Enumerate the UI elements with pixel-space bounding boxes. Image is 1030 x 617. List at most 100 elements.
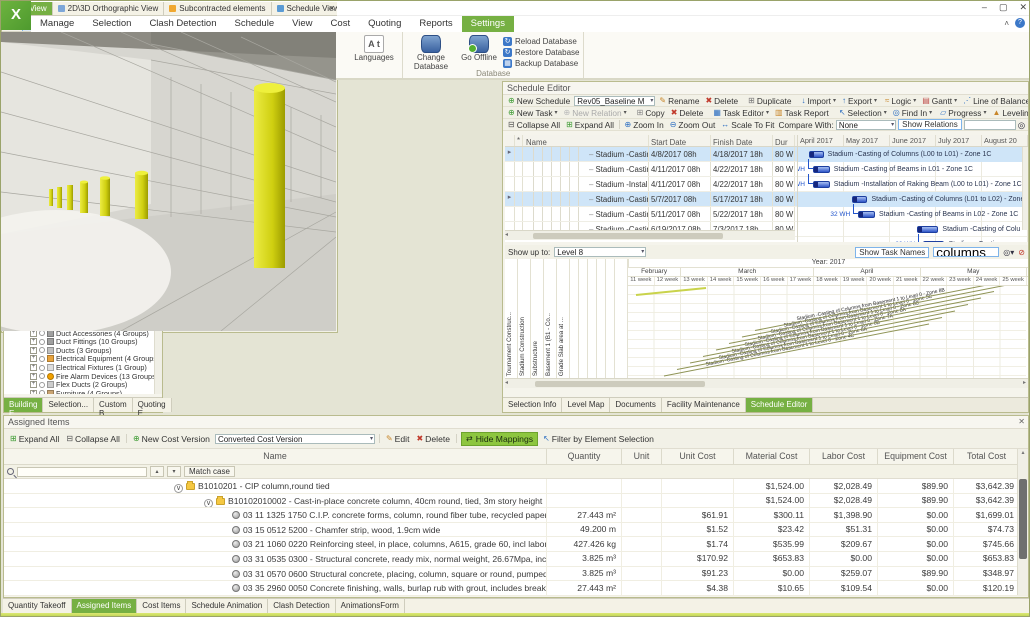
ribbon-button-restore-database[interactable]: ↻Restore Database (503, 48, 579, 57)
grid-column-header[interactable]: * (515, 135, 523, 146)
gantt-bar[interactable] (809, 151, 824, 158)
grid-column-header[interactable]: Name (523, 135, 649, 146)
gantt-bar[interactable] (813, 166, 830, 173)
find-icon[interactable]: ◎▾ (1003, 248, 1014, 257)
show-task-names-button[interactable]: Show Task Names (855, 247, 929, 258)
gantt-bar[interactable] (923, 241, 944, 242)
table-row[interactable]: 03 31 0535 0300 - Structural concrete, r… (4, 552, 1028, 567)
grid-column-header[interactable] (505, 135, 515, 146)
viewport-tabs-close-icon[interactable]: ✕ (328, 4, 335, 13)
collapse-all-button[interactable]: ⊟Collapse All (506, 120, 562, 130)
gantt-button[interactable]: ▤Gantt▾ (920, 96, 959, 106)
menu-tab-cost[interactable]: Cost (322, 16, 360, 32)
row-expand-icon[interactable]: ∨ (174, 484, 183, 493)
logic-button[interactable]: ≈Logic▾ (883, 96, 918, 106)
gantt-bar[interactable] (813, 181, 830, 188)
rename-button[interactable]: ✎Rename (657, 96, 701, 106)
filter-by-element-selection-button[interactable]: ↖Filter by Element Selection (541, 434, 656, 444)
column-header-name[interactable]: Name (4, 449, 547, 464)
selection-button[interactable]: ↖Selection▾ (837, 108, 889, 118)
explorer-bottom-tab[interactable]: Selection... (43, 398, 94, 412)
column-header-labor-cost[interactable]: Labor Cost (810, 449, 878, 464)
task-report-button[interactable]: ▥Task Report (773, 108, 831, 118)
delete-button[interactable]: ✖Delete (703, 96, 740, 106)
bottom-tab-quantity-takeoff[interactable]: Quantity Takeoff (3, 599, 72, 613)
grid-column-header[interactable]: Start Date (649, 135, 711, 146)
tree-item[interactable]: +Furniture (4 Groups) (4, 389, 162, 394)
expand-icon[interactable]: + (30, 390, 37, 394)
combo-converted-cost-version[interactable]: Converted Cost Version (215, 434, 375, 444)
table-row[interactable]: 03 15 0512 5200 - Chamfer strip, wood, 1… (4, 523, 1028, 538)
bottom-tab-clash-detection[interactable]: Clash Detection (268, 599, 335, 613)
gantt-vscrollbar[interactable] (1022, 147, 1028, 230)
duplicate-button[interactable]: ⊞Duplicate (746, 96, 793, 106)
visibility-radio[interactable] (39, 373, 45, 379)
expand-icon[interactable]: + (30, 355, 37, 362)
menu-tab-reports[interactable]: Reports (410, 16, 461, 32)
viewport-tab-subcontracted-elements[interactable]: Subcontracted elements (164, 2, 271, 15)
binoculars-icon[interactable]: ◎ (1018, 120, 1025, 130)
ribbon-button-reload-database[interactable]: ↻Reload Database (503, 37, 579, 46)
tree-item[interactable]: +Fire Alarm Devices (13 Groups) (4, 372, 162, 381)
schedule-bottom-tab[interactable]: Level Map (562, 398, 610, 412)
table-row[interactable]: ∨B1010201 - CIP column,round tied$1,524.… (4, 479, 1028, 494)
assigned-vscrollbar[interactable]: ▴ (1017, 449, 1028, 595)
minimize-button[interactable]: – (982, 2, 987, 13)
close-button[interactable]: ✕ (1019, 2, 1027, 13)
viewport-tab-schedule-viewer[interactable]: Schedule Viewer (272, 2, 338, 15)
schedule-bottom-tab[interactable]: Selection Info (503, 398, 562, 412)
visibility-radio[interactable] (39, 365, 45, 371)
schedule-bottom-tab[interactable]: Schedule Editor (746, 398, 813, 412)
explorer-bottom-tab[interactable]: Building E... (4, 398, 43, 412)
search-prev-button[interactable]: ▴ (150, 466, 164, 477)
expand-icon[interactable]: + (30, 338, 37, 345)
bottom-tab-cost-items[interactable]: Cost Items (137, 599, 186, 613)
help-icon[interactable]: ? (1015, 18, 1025, 28)
search-next-button[interactable]: ▾ (167, 466, 181, 477)
menu-tab-quoting[interactable]: Quoting (359, 16, 410, 32)
show-relations-button[interactable]: Show Relations (898, 119, 962, 130)
collapse-all-button[interactable]: ⊟Collapse All (64, 434, 122, 444)
expand-icon[interactable]: + (30, 347, 37, 354)
tree-item[interactable]: +Duct Fittings (10 Groups) (4, 337, 162, 346)
menu-tab-manage[interactable]: Manage (31, 16, 83, 32)
table-row[interactable]: ∨B10102010002 - Cast-in-place concrete c… (4, 494, 1028, 509)
zoom-in-button[interactable]: ⊕Zoom In (623, 120, 666, 130)
table-row[interactable]: 03 31 0570 0600 Structural concrete, pla… (4, 567, 1028, 582)
menu-tab-settings[interactable]: Settings (462, 16, 514, 32)
bottom-tab-assigned-items[interactable]: Assigned Items (72, 599, 138, 613)
gantt-bar[interactable] (852, 196, 867, 203)
visibility-radio[interactable] (39, 382, 45, 388)
ribbon-button-go-offline[interactable]: Go Offline (455, 34, 503, 63)
hide-mappings-button[interactable]: ⇄Hide Mappings (461, 432, 538, 446)
table-row[interactable]: 03 11 1325 1750 C.I.P. concrete forms, c… (4, 508, 1028, 523)
tree-item[interactable]: +Electrical Fixtures (1 Group) (4, 363, 162, 372)
expand-all-button[interactable]: ⊞Expand All (8, 434, 61, 444)
scale-to-fit-button[interactable]: ↔Scale To Fit (719, 120, 776, 130)
new-task-button[interactable]: ⊕New Task▾ (506, 108, 560, 118)
lob-task-line[interactable] (742, 286, 1007, 337)
explorer-bottom-tab[interactable]: Quoting E... (133, 398, 172, 412)
column-header-equipment-cost[interactable]: Equipment Cost (878, 449, 954, 464)
visibility-radio[interactable] (39, 330, 45, 336)
visibility-radio[interactable] (39, 390, 45, 394)
match-case-button[interactable]: Match case (184, 466, 235, 477)
level-combo[interactable]: Level 8 (554, 247, 646, 257)
collapse-ribbon-icon[interactable]: ˄ (1004, 19, 1009, 28)
toolbar-search-input[interactable] (964, 120, 1016, 130)
new-schedule-button[interactable]: ⊕New Schedule (506, 96, 572, 106)
menu-tab-schedule[interactable]: Schedule (226, 16, 284, 32)
gantt-bar[interactable] (858, 211, 875, 218)
schedule-bottom-tab[interactable]: Documents (610, 398, 661, 412)
lob-task-line[interactable] (636, 288, 706, 295)
task-editor-button[interactable]: ▦Task Editor▾ (711, 108, 771, 118)
maximize-button[interactable]: ▢ (999, 2, 1008, 13)
menu-tab-clash-detection[interactable]: Clash Detection (140, 16, 225, 32)
expand-icon[interactable]: + (30, 373, 37, 380)
export-button[interactable]: ↑Export▾ (840, 96, 879, 106)
combo-rev05-baseline-m[interactable]: Rev05_Baseline M (574, 96, 655, 106)
table-row[interactable]: 03 21 1060 0220 Reinforcing steel, in pl… (4, 537, 1028, 552)
zoom-out-button[interactable]: ⊖Zoom Out (668, 120, 718, 130)
search-input[interactable] (17, 467, 147, 477)
menu-tab-view[interactable]: View (283, 16, 321, 32)
